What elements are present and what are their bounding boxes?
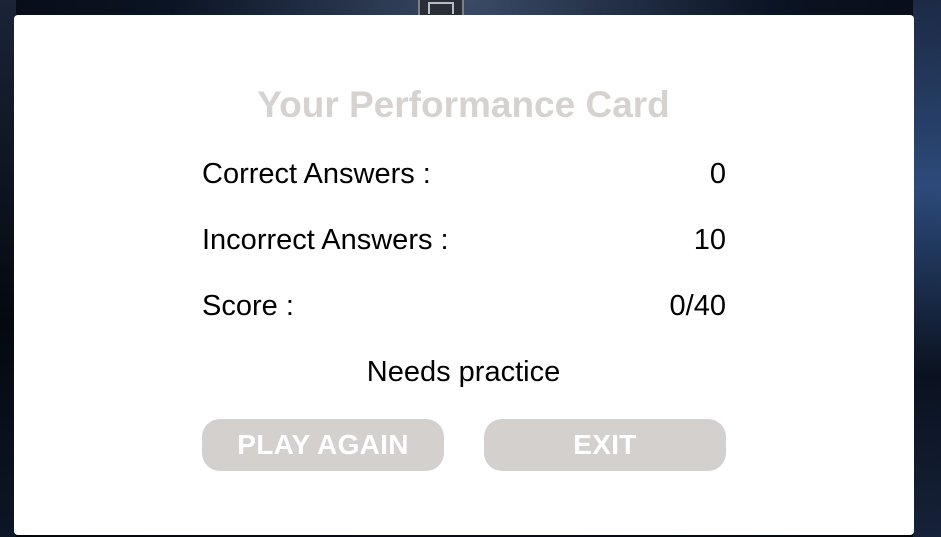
incorrect-answers-row: Incorrect Answers : 10 bbox=[202, 224, 726, 264]
correct-answers-label: Correct Answers : bbox=[202, 158, 431, 190]
score-row: Score : 0/40 bbox=[202, 290, 726, 330]
emblem-icon bbox=[418, 0, 464, 16]
score-label: Score : bbox=[202, 290, 294, 322]
game-screen: Your Performance Card Correct Answers : … bbox=[0, 0, 941, 537]
incorrect-answers-value: 10 bbox=[693, 224, 726, 256]
correct-answers-row: Correct Answers : 0 bbox=[202, 158, 726, 198]
play-again-button[interactable]: PLAY AGAIN bbox=[202, 419, 444, 471]
feedback-message: Needs practice bbox=[366, 356, 561, 388]
score-value: 0/40 bbox=[669, 290, 726, 322]
correct-answers-value: 0 bbox=[709, 158, 726, 190]
incorrect-answers-label: Incorrect Answers : bbox=[202, 224, 449, 256]
background-right-edge bbox=[913, 0, 941, 537]
emblem-mark bbox=[428, 2, 454, 14]
exit-button[interactable]: EXIT bbox=[484, 419, 726, 471]
card-title: Your Performance Card bbox=[257, 84, 670, 125]
